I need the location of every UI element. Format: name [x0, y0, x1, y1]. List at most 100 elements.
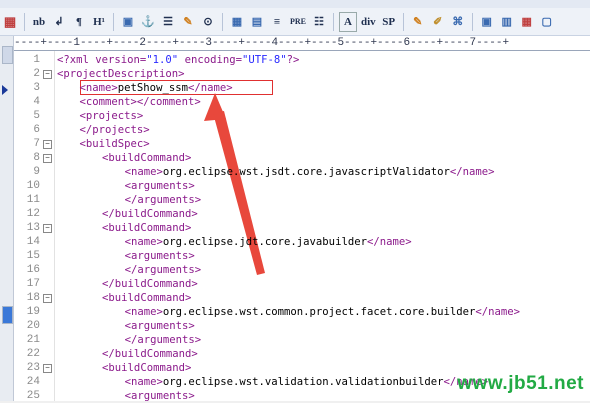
div-button[interactable]: div — [359, 12, 378, 32]
code-line: <name>org.eclipse.wst.jsdt.core.javascri… — [125, 165, 495, 179]
code-line: <name>org.eclipse.wst.validation.validat… — [125, 375, 489, 389]
line-number: 3 — [33, 82, 40, 94]
code-line: <name>org.eclipse.jdt.core.javabuilder</… — [125, 235, 412, 249]
xml-tag: <name> — [124, 306, 163, 318]
table-icon[interactable]: ▦ — [228, 12, 246, 32]
frame-icon[interactable]: ▥ — [498, 12, 516, 32]
code-line: <arguments> — [125, 179, 195, 193]
pencil-icon[interactable]: ✎ — [179, 12, 197, 32]
fold-toggle-icon[interactable]: − — [43, 154, 52, 163]
xml-text: petShow_ssm — [117, 82, 188, 94]
image-icon[interactable]: ▣ — [119, 12, 137, 32]
toolbar-separator — [24, 12, 25, 31]
xml-text: org.eclipse.wst.common.project.facet.cor… — [162, 306, 476, 318]
fold-toggle-icon[interactable]: − — [43, 140, 52, 149]
xml-string: "UTF-8" — [241, 54, 287, 66]
heading-button[interactable]: H¹ — [90, 12, 108, 32]
line-number: 15 — [26, 250, 40, 262]
code-line: <projects> — [80, 109, 144, 123]
window-icon[interactable]: ▣ — [478, 12, 496, 32]
xml-text: org.eclipse.jdt.core.javabuilder — [162, 236, 367, 248]
xml-tag: </arguments> — [124, 334, 202, 346]
column-ruler: ----+----1----+----2----+----3----+----4… — [14, 36, 590, 51]
xml-tag: <arguments> — [124, 180, 195, 192]
code-line: <projectDescription> — [57, 67, 185, 81]
style-icon[interactable]: ✎ — [409, 12, 427, 32]
code-line: <buildCommand> — [102, 361, 191, 375]
xml-tag: <comment></comment> — [79, 96, 201, 108]
fold-toggle-icon[interactable]: − — [43, 294, 52, 303]
xml-tag: <buildCommand> — [102, 152, 192, 164]
line-number: 16 — [26, 264, 40, 276]
line-number: 19 — [26, 306, 40, 318]
code-line: </buildCommand> — [102, 277, 198, 291]
xml-tag: ?> — [286, 54, 300, 66]
css-icon[interactable]: ⌘ — [449, 12, 467, 32]
line-number: 10 — [26, 180, 40, 192]
brush-icon[interactable]: ✐ — [429, 12, 447, 32]
panel-tab[interactable] — [2, 46, 13, 64]
paragraph-button[interactable]: ¶ — [70, 12, 88, 32]
xml-tag: <buildCommand> — [102, 362, 192, 374]
current-line-marker-icon — [2, 85, 8, 95]
line-break-button[interactable]: ↲ — [50, 12, 68, 32]
xml-tag: <name> — [79, 82, 118, 94]
toolbar-separator — [333, 12, 334, 31]
preformatted-button[interactable]: PRE — [288, 12, 308, 32]
line-number: 1 — [33, 54, 40, 66]
list-icon[interactable]: ☷ — [310, 12, 328, 32]
line-number: 12 — [26, 208, 40, 220]
xml-tag: <buildCommand> — [102, 222, 192, 234]
xml-tag: </name> — [449, 166, 495, 178]
toolbar-separator — [222, 12, 223, 31]
xml-text: org.eclipse.wst.validation.validationbui… — [162, 376, 444, 388]
palette-icon[interactable]: ▦ — [518, 12, 536, 32]
xml-tag: </projects> — [79, 124, 150, 136]
form-icon[interactable]: ▤ — [248, 12, 266, 32]
xml-text: org.eclipse.wst.jsdt.core.javascriptVali… — [162, 166, 450, 178]
code-line: </buildCommand> — [102, 207, 198, 221]
xml-tag: </buildCommand> — [102, 278, 198, 290]
code-line: <buildCommand> — [102, 151, 191, 165]
line-number: 18 — [26, 292, 40, 304]
horizontal-rule-icon[interactable]: ☰ — [159, 12, 177, 32]
xml-tag: </name> — [475, 306, 521, 318]
code-line: </buildCommand> — [102, 347, 198, 361]
xml-tag: encoding= — [178, 54, 242, 66]
code-line: <arguments> — [125, 249, 195, 263]
watermark: www.jb51.net — [457, 373, 584, 394]
line-number: 13 — [26, 222, 40, 234]
code-line: <buildCommand> — [102, 221, 191, 235]
xml-tag: <name> — [124, 376, 163, 388]
fold-toggle-icon[interactable]: − — [43, 224, 52, 233]
xml-tag: <arguments> — [124, 390, 195, 401]
fold-toggle-icon[interactable]: − — [43, 70, 52, 79]
span-button[interactable]: SP — [380, 12, 398, 32]
toolbar-separator — [113, 12, 114, 31]
code-line: <buildSpec> — [80, 137, 150, 151]
color-grid-icon[interactable]: ▦ — [1, 12, 19, 32]
code-line: </arguments> — [125, 193, 202, 207]
line-number: 6 — [33, 124, 40, 136]
fold-toggle-icon[interactable]: − — [43, 364, 52, 373]
line-number: 8 — [33, 152, 40, 164]
nbsp-button[interactable]: nb — [30, 12, 48, 32]
xml-tag: <buildCommand> — [102, 292, 192, 304]
xml-tag: <?xml version= — [57, 54, 147, 66]
font-button[interactable]: A — [339, 11, 357, 32]
comment-icon[interactable]: ⊙ — [199, 12, 217, 32]
code-line: </projects> — [80, 123, 150, 137]
xml-tag: </arguments> — [124, 194, 202, 206]
layout-icon[interactable]: ▢ — [538, 12, 556, 32]
xml-tag: <name> — [124, 166, 163, 178]
code-line: </arguments> — [125, 333, 202, 347]
line-number: 22 — [26, 348, 40, 360]
align-center-icon[interactable]: ≡ — [268, 12, 286, 32]
code-line: <?xml version="1.0" encoding="UTF-8"?> — [57, 53, 299, 67]
xml-string: "1.0" — [146, 54, 179, 66]
panel-tab-active[interactable] — [2, 306, 13, 324]
code-editor[interactable]: <?xml version="1.0" encoding="UTF-8"?> <p… — [55, 51, 590, 401]
code-line: <arguments> — [125, 319, 195, 333]
anchor-icon[interactable]: ⚓ — [139, 12, 157, 32]
xml-tag: </arguments> — [124, 264, 202, 276]
